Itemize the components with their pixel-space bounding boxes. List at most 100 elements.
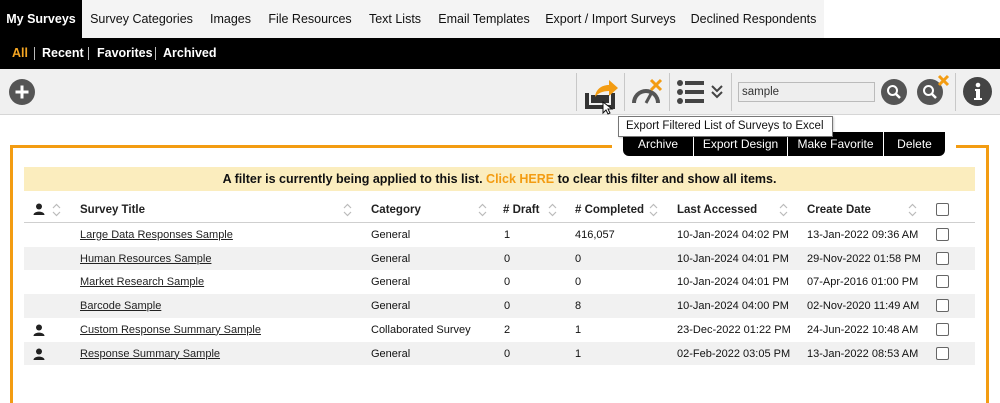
category-cell: General	[371, 300, 411, 313]
last-accessed-cell: 23-Dec-2022 01:22 PM	[677, 323, 791, 336]
table-row[interactable]: Market Research Sample General 0 0 10-Ja…	[24, 270, 975, 294]
last-accessed-cell: 10-Jan-2024 04:02 PM	[677, 229, 789, 241]
completed-cell: 1	[575, 323, 582, 336]
top-tab-bar: My Surveys Survey Categories Images File…	[0, 0, 1000, 38]
sort-last-accessed-icon[interactable]	[779, 203, 788, 217]
row-checkbox[interactable]	[936, 346, 949, 360]
category-cell: General	[371, 347, 411, 360]
survey-title-link[interactable]: Barcode Sample	[80, 294, 161, 318]
subnav-divider	[155, 47, 156, 60]
table-header: Survey Title Category # Draft # Complete…	[24, 197, 975, 223]
speedometer-clear-icon[interactable]	[630, 77, 664, 107]
draft-cell: 1	[504, 229, 511, 241]
row-checkbox[interactable]	[936, 275, 949, 289]
clear-filter-link[interactable]: Click HERE	[486, 172, 554, 186]
subnav-recent[interactable]: Recent	[42, 38, 84, 69]
table-row[interactable]: Response Summary Sample General 0 1 02-F…	[24, 341, 975, 366]
subnav-divider	[88, 47, 89, 60]
content-frame-border	[986, 145, 989, 403]
subnav-all[interactable]: All	[12, 38, 28, 69]
category-cell: General	[371, 229, 411, 241]
tab-file-resources[interactable]: File Resources	[260, 0, 360, 38]
tab-export-import-surveys[interactable]: Export / Import Surveys	[538, 0, 683, 38]
survey-title-link[interactable]: Response Summary Sample	[80, 342, 220, 366]
create-date-cell: 13-Jan-2022 08:53 AM	[807, 347, 919, 360]
completed-cell: 0	[575, 276, 582, 289]
create-date-cell: 13-Jan-2022 09:36 AM	[807, 229, 919, 241]
header-category: Category	[371, 204, 421, 216]
toolbar-divider	[624, 73, 625, 111]
tab-text-lists[interactable]: Text Lists	[360, 0, 430, 38]
content-frame-border	[10, 145, 612, 148]
toolbar-divider	[731, 73, 732, 111]
survey-title-link[interactable]: Market Research Sample	[80, 270, 204, 294]
header-draft: # Draft	[503, 204, 540, 216]
tab-email-templates[interactable]: Email Templates	[430, 0, 538, 38]
export-excel-icon[interactable]	[582, 75, 622, 115]
tab-images[interactable]: Images	[201, 0, 260, 38]
tab-declined-respondents[interactable]: Declined Respondents	[683, 0, 824, 38]
sort-title-icon[interactable]	[343, 203, 352, 217]
row-checkbox[interactable]	[936, 228, 949, 241]
category-cell: General	[371, 252, 411, 265]
header-completed: # Completed	[575, 204, 645, 216]
sort-category-icon[interactable]	[478, 203, 487, 217]
collaborator-icon	[33, 324, 45, 339]
header-survey-title: Survey Title	[80, 204, 145, 216]
search-icon[interactable]	[881, 79, 907, 105]
row-checkbox[interactable]	[936, 299, 949, 313]
select-all-checkbox[interactable]	[936, 203, 949, 216]
add-icon[interactable]	[9, 79, 35, 105]
list-view-icon[interactable]	[676, 79, 706, 105]
clear-search-icon[interactable]	[917, 74, 951, 108]
sort-create-date-icon[interactable]	[908, 203, 917, 217]
create-date-cell: 29-Nov-2022 01:58 PM	[807, 252, 921, 265]
survey-title-link[interactable]: Human Resources Sample	[80, 247, 211, 271]
last-accessed-cell: 02-Feb-2022 03:05 PM	[677, 347, 791, 360]
table-row[interactable]: Human Resources Sample General 0 0 10-Ja…	[24, 246, 975, 271]
completed-cell: 416,057	[575, 229, 615, 241]
content-frame-border	[956, 145, 989, 148]
create-date-cell: 02-Nov-2020 11:49 AM	[807, 300, 920, 313]
row-checkbox[interactable]	[936, 322, 949, 336]
last-accessed-cell: 10-Jan-2024 04:01 PM	[677, 252, 789, 265]
tab-survey-categories[interactable]: Survey Categories	[82, 0, 201, 38]
toolbar-divider	[955, 73, 956, 111]
subnav-favorites[interactable]: Favorites	[97, 38, 153, 69]
search-input[interactable]	[738, 82, 875, 102]
survey-title-link[interactable]: Large Data Responses Sample	[80, 223, 233, 247]
table-row[interactable]: Large Data Responses Sample General 1 41…	[24, 223, 975, 247]
table-row[interactable]: Custom Response Summary Sample Collabora…	[24, 318, 975, 342]
row-checkbox[interactable]	[936, 251, 949, 265]
toolbar	[0, 69, 1000, 115]
sort-completed-icon[interactable]	[649, 203, 658, 217]
toolbar-divider	[576, 73, 577, 111]
completed-cell: 8	[575, 300, 582, 313]
sort-draft-icon[interactable]	[548, 203, 557, 217]
subnav-divider	[34, 47, 35, 60]
chevron-down-icon[interactable]	[711, 83, 723, 101]
toolbar-divider	[669, 73, 670, 111]
create-date-cell: 24-Jun-2022 10:48 AM	[807, 323, 919, 336]
info-icon[interactable]	[963, 77, 992, 106]
header-last-accessed: Last Accessed	[677, 204, 758, 216]
banner-text: A filter is currently being applied to t…	[222, 172, 483, 186]
completed-cell: 1	[575, 347, 582, 360]
owner-column-icon	[33, 203, 45, 218]
create-date-cell: 07-Apr-2016 01:00 PM	[807, 276, 919, 289]
draft-cell: 2	[504, 323, 511, 336]
category-cell: Collaborated Survey	[371, 323, 471, 336]
completed-cell: 0	[575, 252, 582, 265]
last-accessed-cell: 10-Jan-2024 04:01 PM	[677, 276, 789, 289]
subnav-archived[interactable]: Archived	[163, 38, 217, 69]
sort-owner-icon[interactable]	[52, 203, 61, 217]
table-row[interactable]: Barcode Sample General 0 8 10-Jan-2024 0…	[24, 294, 975, 318]
survey-title-link[interactable]: Custom Response Summary Sample	[80, 318, 261, 342]
export-tooltip: Export Filtered List of Surveys to Excel	[618, 116, 833, 137]
delete-button[interactable]: Delete	[884, 132, 945, 156]
filter-subnav: All Recent Favorites Archived	[0, 38, 1000, 69]
draft-cell: 0	[504, 300, 511, 313]
content-frame-border	[10, 145, 13, 403]
filter-banner: A filter is currently being applied to t…	[24, 167, 975, 191]
tab-my-surveys[interactable]: My Surveys	[0, 0, 82, 38]
